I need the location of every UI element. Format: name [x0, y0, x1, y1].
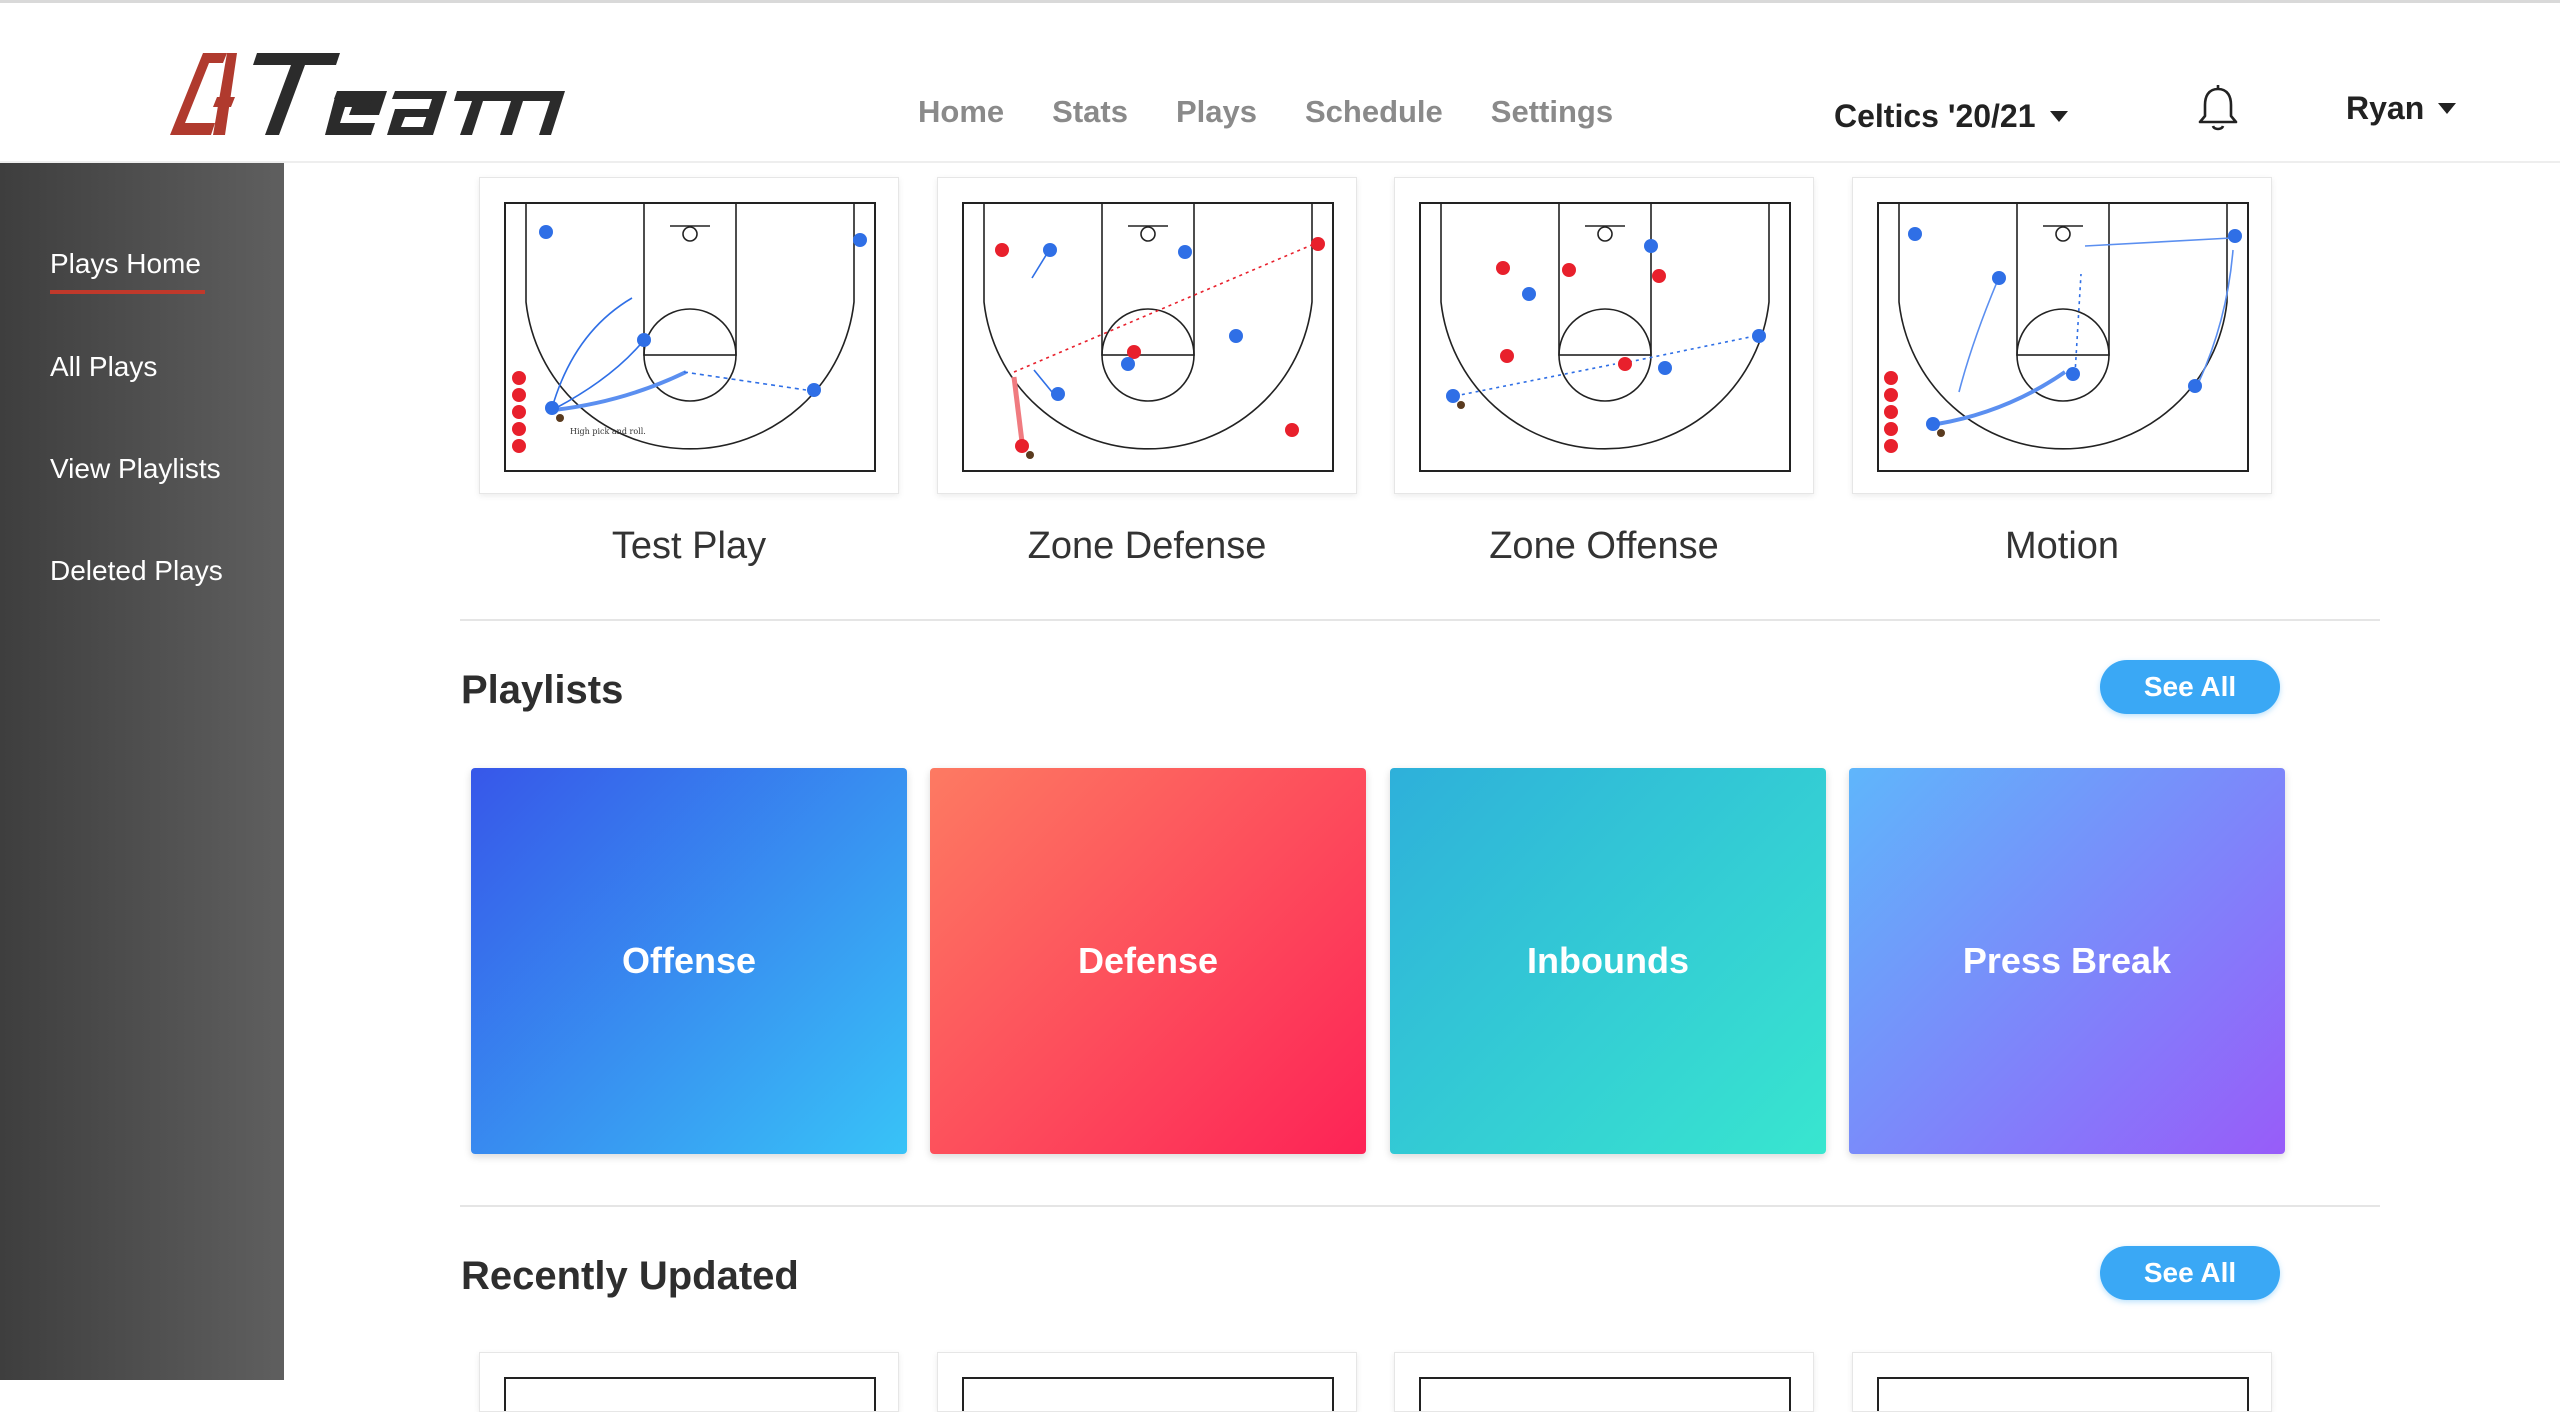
play-card-zone-offense[interactable]: [1394, 177, 1814, 494]
chevron-down-icon: [2049, 110, 2068, 122]
playlist-tile-press-break[interactable]: Press Break: [1849, 768, 2285, 1154]
section-divider: [460, 1205, 2380, 1207]
sidebar-item-plays-home[interactable]: Plays Home: [50, 248, 205, 294]
court-diagram: [962, 202, 1334, 472]
playlist-label: Press Break: [1962, 940, 2172, 981]
playlist-label: Defense: [1077, 940, 1219, 981]
court-diagram: [1419, 202, 1791, 472]
court-diagram: High pick and roll.: [504, 202, 876, 472]
ateam-logo[interactable]: [165, 45, 575, 141]
sidebar-item-view-playlists[interactable]: View Playlists: [50, 453, 221, 485]
sidebar: Plays Home All Plays View Playlists Dele…: [0, 163, 284, 1380]
play-title: Zone Defense: [1027, 525, 1267, 567]
playlist-label: Inbounds: [1527, 940, 1689, 981]
team-selector[interactable]: Celtics '20/21: [1834, 91, 2068, 141]
playlists-see-all-button[interactable]: See All: [2100, 660, 2280, 714]
recent-play-card[interactable]: [1394, 1352, 1814, 1412]
main-nav: Home Stats Plays Schedule Settings: [918, 87, 1613, 137]
nav-settings[interactable]: Settings: [1491, 87, 1613, 137]
recent-see-all-button[interactable]: See All: [2100, 1246, 2280, 1300]
playlists-heading: Playlists: [461, 668, 624, 712]
playlist-label: Offense: [621, 940, 757, 981]
playlist-tile-defense[interactable]: Defense: [930, 768, 1366, 1154]
recent-play-card[interactable]: [1852, 1352, 2272, 1412]
nav-schedule[interactable]: Schedule: [1305, 87, 1443, 137]
section-divider: [460, 619, 2380, 621]
sidebar-item-all-plays[interactable]: All Plays: [50, 351, 157, 383]
sidebar-item-deleted-plays[interactable]: Deleted Plays: [50, 555, 223, 587]
recent-play-card[interactable]: [479, 1352, 899, 1412]
recent-play-card[interactable]: [937, 1352, 1357, 1412]
chevron-down-icon: [2438, 102, 2457, 114]
nav-plays[interactable]: Plays: [1176, 87, 1257, 137]
play-card-test-play[interactable]: High pick and roll.: [479, 177, 899, 494]
court-diagram: [1877, 1377, 2249, 1411]
team-name: Celtics '20/21: [1834, 97, 2036, 134]
recently-updated-heading: Recently Updated: [461, 1254, 799, 1298]
play-card-motion[interactable]: [1852, 177, 2272, 494]
user-name: Ryan: [2346, 89, 2425, 126]
court-diagram: [962, 1377, 1334, 1411]
play-title: Test Play: [611, 525, 767, 567]
court-diagram: [1419, 1377, 1791, 1411]
play-title: Zone Offense: [1489, 525, 1719, 567]
playlist-tile-inbounds[interactable]: Inbounds: [1390, 768, 1826, 1154]
play-card-zone-defense[interactable]: [937, 177, 1357, 494]
court-diagram: [504, 1377, 876, 1411]
playlist-tile-offense[interactable]: Offense: [471, 768, 907, 1154]
play-title: Motion: [2004, 525, 2120, 567]
play-note: High pick and roll.: [570, 427, 646, 436]
user-menu[interactable]: Ryan: [2346, 83, 2457, 133]
nav-stats[interactable]: Stats: [1052, 87, 1128, 137]
top-navbar: Home Stats Plays Schedule Settings Celti…: [0, 3, 2560, 163]
court-diagram: [1877, 202, 2249, 472]
nav-home[interactable]: Home: [918, 87, 1004, 137]
bell-icon[interactable]: [2196, 83, 2240, 133]
